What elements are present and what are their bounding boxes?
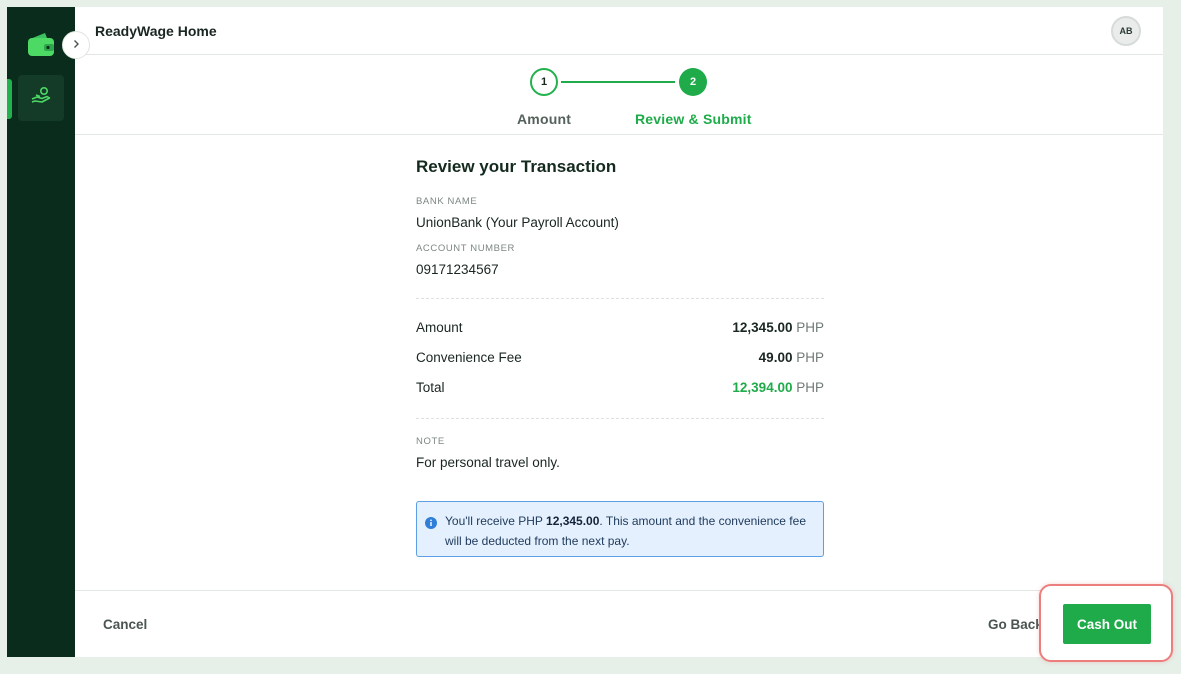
top-bar: ReadyWage Home AB bbox=[75, 7, 1163, 55]
summary-row-fee: Convenience Fee 49.00 PHP bbox=[416, 350, 824, 380]
amount-value-group: 12,345.00 PHP bbox=[732, 320, 824, 335]
summary-row-amount: Amount 12,345.00 PHP bbox=[416, 320, 824, 350]
chevron-right-icon bbox=[71, 36, 81, 54]
app-title: ReadyWage Home bbox=[95, 23, 217, 39]
account-number-value: 09171234567 bbox=[416, 262, 499, 277]
info-amount: 12,345.00 bbox=[546, 514, 600, 528]
fee-value: 49.00 bbox=[758, 350, 793, 365]
summary-row-total: Total 12,394.00 PHP bbox=[416, 380, 824, 410]
amount-label: Amount bbox=[416, 320, 463, 335]
account-number-label: ACCOUNT NUMBER bbox=[416, 243, 516, 254]
bank-name-value: UnionBank (Your Payroll Account) bbox=[416, 215, 619, 230]
fee-label: Convenience Fee bbox=[416, 350, 522, 365]
total-value-group: 12,394.00 PHP bbox=[732, 380, 824, 395]
sidebar-collapse-button[interactable] bbox=[62, 31, 90, 59]
footer-bar: Cancel Go Back Cash Out bbox=[75, 584, 1173, 662]
info-icon bbox=[425, 516, 437, 529]
amount-currency: PHP bbox=[796, 320, 824, 335]
note-label: NOTE bbox=[416, 436, 445, 447]
sidebar-item-cash-out[interactable] bbox=[18, 75, 64, 121]
bank-name-label: BANK NAME bbox=[416, 196, 478, 207]
highlight-frame: Cash Out bbox=[1039, 584, 1173, 662]
go-back-button[interactable]: Go Back bbox=[988, 617, 1043, 632]
nav-active-indicator bbox=[7, 79, 12, 119]
hand-money-icon bbox=[30, 86, 52, 111]
total-currency: PHP bbox=[796, 380, 824, 395]
stepper: 1 2 Amount Review & Submit bbox=[75, 55, 1163, 135]
wallet-icon bbox=[27, 31, 55, 57]
info-message: You'll receive PHP 12,345.00. This amoun… bbox=[445, 511, 817, 551]
info-prefix: You'll receive PHP bbox=[445, 514, 547, 528]
step-connector bbox=[561, 81, 675, 83]
fee-value-group: 49.00 PHP bbox=[759, 350, 824, 365]
amount-value: 12,345.00 bbox=[732, 320, 793, 335]
total-value: 12,394.00 bbox=[732, 380, 793, 395]
step-2-indicator: 2 bbox=[679, 68, 707, 96]
app-window: ReadyWage Home AB 1 2 Amount Review & Su… bbox=[7, 7, 1173, 662]
review-panel: Review your Transaction BANK NAME UnionB… bbox=[416, 157, 824, 470]
cancel-button[interactable]: Cancel bbox=[103, 617, 147, 632]
sidebar bbox=[7, 7, 75, 657]
step-2-label: Review & Submit bbox=[635, 111, 752, 127]
page-title: Review your Transaction bbox=[416, 157, 617, 176]
step-1-label: Amount bbox=[517, 111, 572, 127]
step-1-indicator: 1 bbox=[530, 68, 558, 96]
avatar[interactable]: AB bbox=[1111, 16, 1141, 46]
cash-out-button[interactable]: Cash Out bbox=[1063, 604, 1151, 644]
fee-currency: PHP bbox=[796, 350, 824, 365]
info-banner: You'll receive PHP 12,345.00. This amoun… bbox=[416, 501, 824, 557]
note-value: For personal travel only. bbox=[416, 455, 560, 470]
total-label: Total bbox=[416, 380, 445, 395]
